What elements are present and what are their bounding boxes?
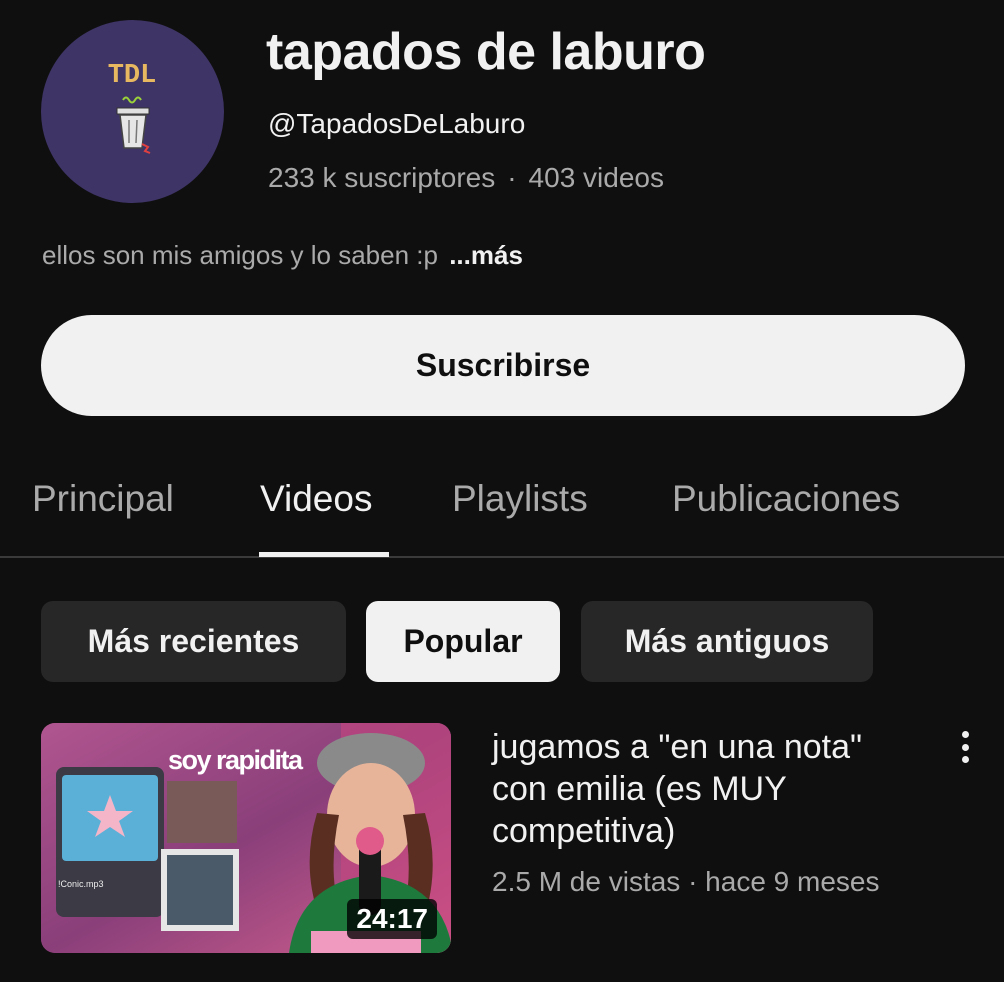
filter-chip-popular[interactable]: Popular (366, 601, 560, 682)
channel-stats: 233 k suscriptores · 403 videos (268, 162, 664, 194)
filter-chip-recent[interactable]: Más recientes (41, 601, 346, 682)
channel-name: tapados de laburo (266, 23, 706, 81)
video-duration-badge: 24:17 (347, 899, 437, 939)
channel-handle: @TapadosDeLaburo (268, 108, 526, 139)
video-thumbnail[interactable]: soy rapidita !Conic.mp3 24:17 (41, 723, 451, 953)
channel-tabs: Principal Videos Playlists Publicaciones (0, 470, 1004, 558)
subscriber-count: 233 k suscriptores (268, 162, 496, 193)
tab-playlists[interactable]: Playlists (452, 478, 588, 520)
trash-can-icon: TDL (108, 61, 157, 154)
active-tab-indicator (259, 552, 389, 557)
video-metadata: 2.5 M de vistas · hace 9 meses (492, 866, 880, 897)
channel-description[interactable]: ellos son mis amigos y lo saben :p ...má… (42, 240, 523, 271)
more-options-icon[interactable] (952, 727, 978, 767)
tab-principal[interactable]: Principal (32, 478, 174, 520)
video-count: 403 videos (528, 162, 664, 193)
tab-videos[interactable]: Videos (260, 478, 372, 520)
tab-publicaciones[interactable]: Publicaciones (672, 478, 900, 520)
thumbnail-caption: soy rapidita (168, 745, 303, 775)
channel-avatar[interactable]: TDL (41, 20, 224, 203)
stats-separator: · (507, 162, 517, 193)
thumbnail-track-name: !Conic.mp3 (58, 879, 104, 889)
description-more-link[interactable]: ...más (449, 240, 523, 270)
subscribe-button[interactable]: Suscribirse (41, 315, 965, 416)
svg-text:TDL: TDL (108, 61, 157, 91)
filter-chip-oldest[interactable]: Más antiguos (581, 601, 873, 682)
description-text: ellos son mis amigos y lo saben :p (42, 240, 438, 270)
video-title[interactable]: jugamos a "en una nota" con emilia (es M… (492, 726, 912, 852)
